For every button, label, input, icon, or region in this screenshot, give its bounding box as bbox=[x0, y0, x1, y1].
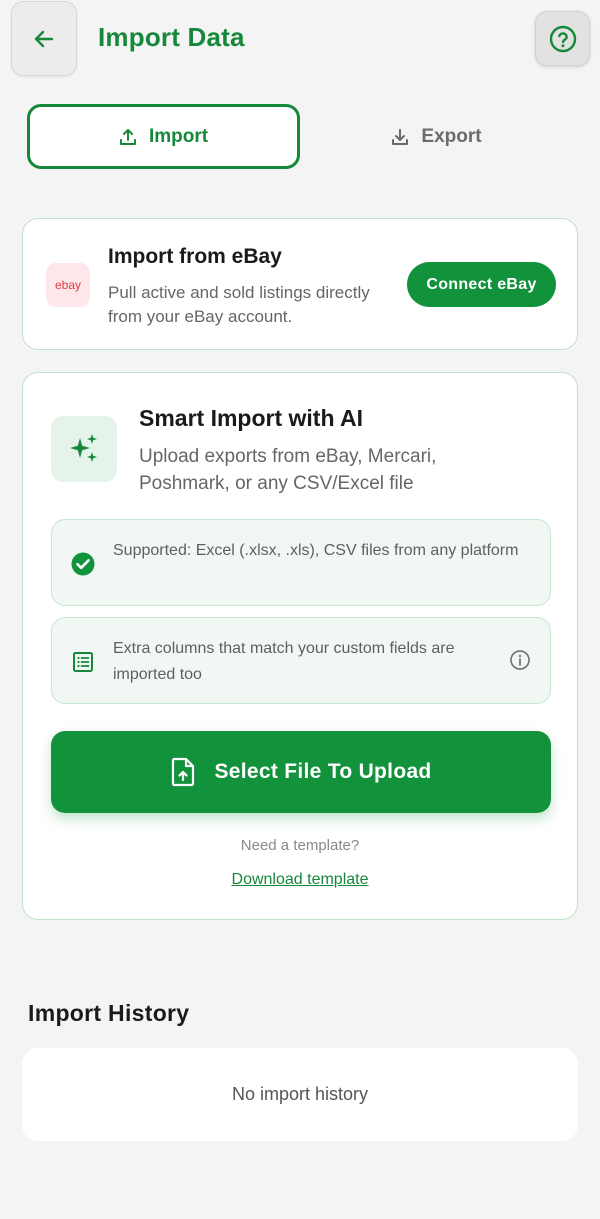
supported-formats-box: Supported: Excel (.xlsx, .xls), CSV file… bbox=[51, 519, 551, 606]
custom-fields-box: Extra columns that match your custom fie… bbox=[51, 617, 551, 704]
help-circle-icon bbox=[549, 25, 576, 52]
import-history-card: No import history bbox=[22, 1048, 578, 1141]
select-file-label: Select File To Upload bbox=[214, 760, 432, 783]
custom-fields-text: Extra columns that match your custom fie… bbox=[113, 640, 455, 683]
arrow-left-icon bbox=[34, 30, 54, 47]
import-history-title: Import History bbox=[28, 1000, 190, 1026]
sparkles-tile bbox=[51, 416, 117, 482]
info-icon[interactable] bbox=[509, 649, 531, 671]
smart-import-description: Upload exports from eBay, Mercari, Poshm… bbox=[139, 446, 437, 494]
tab-export[interactable]: Export bbox=[300, 104, 573, 169]
smart-import-card: Smart Import with AI Upload exports from… bbox=[22, 372, 578, 920]
smart-import-title: Smart Import with AI bbox=[139, 405, 364, 431]
page-title: Import Data bbox=[98, 22, 245, 52]
ebay-card-title: Import from eBay bbox=[108, 245, 282, 268]
ebay-card-description: Pull active and sold listings directly f… bbox=[108, 283, 370, 326]
import-history-empty-text: No import history bbox=[231, 1084, 369, 1104]
check-circle-icon bbox=[71, 552, 95, 576]
ebay-import-card: ebay Import from eBay Pull active and so… bbox=[22, 218, 578, 350]
sparkles-icon bbox=[70, 434, 97, 462]
download-icon bbox=[392, 128, 409, 145]
help-button[interactable] bbox=[535, 11, 590, 66]
template-question: Need a template? bbox=[240, 837, 360, 854]
back-button[interactable] bbox=[11, 1, 77, 76]
file-upload-icon bbox=[172, 757, 195, 787]
upload-icon bbox=[119, 128, 136, 145]
list-document-icon bbox=[73, 652, 93, 672]
tab-import[interactable]: Import bbox=[27, 104, 300, 169]
ebay-logo: ebay bbox=[46, 263, 90, 307]
supported-formats-text: Supported: Excel (.xlsx, .xls), CSV file… bbox=[113, 542, 519, 559]
tab-import-label: Import bbox=[148, 125, 209, 147]
connect-ebay-button[interactable]: Connect eBay bbox=[407, 262, 556, 307]
download-template-link[interactable]: Download template bbox=[23, 871, 577, 889]
tab-export-label: Export bbox=[421, 125, 482, 147]
select-file-button[interactable]: Select File To Upload bbox=[51, 731, 551, 813]
